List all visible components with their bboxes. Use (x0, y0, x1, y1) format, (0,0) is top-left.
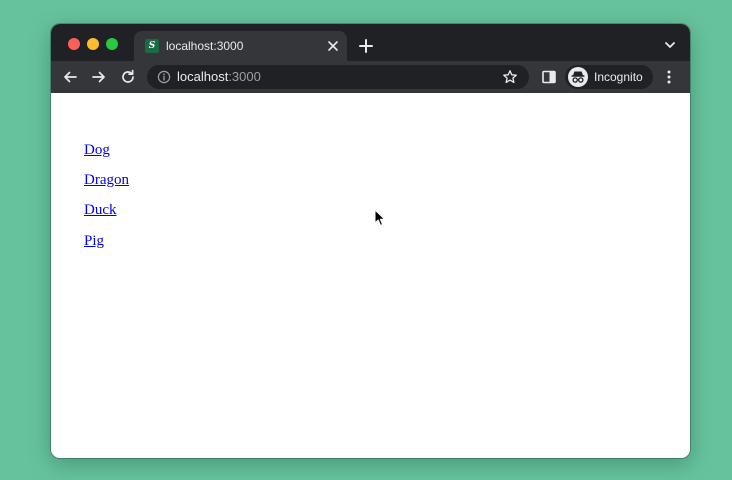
kebab-menu-icon[interactable] (666, 69, 672, 85)
side-panel-icon[interactable] (541, 69, 557, 85)
reload-icon[interactable] (120, 69, 136, 85)
profile-label: Incognito (594, 70, 643, 84)
info-icon[interactable] (157, 70, 171, 84)
page-content: Dog Dragon Duck Pig (51, 93, 690, 458)
address-bar[interactable]: localhost:3000 (147, 65, 529, 89)
url-text[interactable]: localhost:3000 (177, 70, 261, 84)
back-arrow-icon[interactable] (62, 69, 78, 85)
favicon-icon: S (145, 39, 159, 53)
url-port: :3000 (228, 69, 261, 84)
incognito-icon (568, 67, 588, 87)
url-host: localhost (177, 69, 229, 84)
active-tab[interactable]: S localhost:3000 (134, 31, 347, 61)
link-dragon[interactable]: Dragon (84, 171, 129, 189)
browser-toolbar: localhost:3000 Incognito (51, 61, 690, 93)
close-icon[interactable] (327, 40, 339, 52)
forward-arrow-icon[interactable] (91, 69, 107, 85)
link-pig[interactable]: Pig (84, 232, 104, 250)
chevron-down-icon[interactable] (664, 41, 676, 49)
mouse-cursor-icon (374, 209, 386, 226)
link-duck[interactable]: Duck (84, 201, 117, 219)
incognito-profile-button[interactable]: Incognito (565, 65, 653, 89)
new-tab-plus-icon[interactable] (359, 39, 373, 53)
browser-window: S localhost:3000 localhost:3000 Incognit… (51, 24, 690, 458)
link-dog[interactable]: Dog (84, 141, 110, 159)
bookmark-star-icon[interactable] (502, 69, 518, 85)
close-window-button[interactable] (68, 38, 80, 50)
tab-bar: S localhost:3000 (51, 24, 690, 61)
maximize-window-button[interactable] (106, 38, 118, 50)
minimize-window-button[interactable] (87, 38, 99, 50)
tab-title: localhost:3000 (166, 39, 244, 53)
